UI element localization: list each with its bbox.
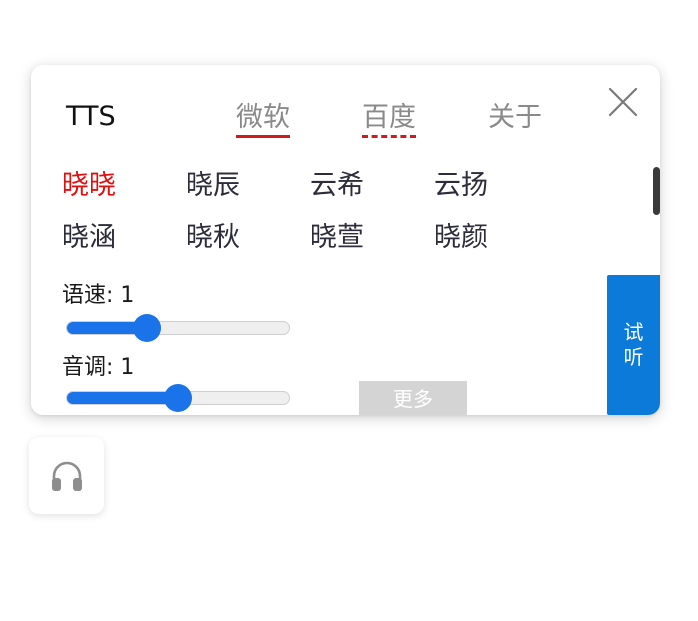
more-button[interactable]: 更多 bbox=[359, 381, 467, 415]
voice-option-yunyang[interactable]: 云扬 bbox=[434, 169, 488, 203]
speed-slider-track bbox=[66, 321, 290, 335]
listen-button-label: 试听 bbox=[623, 320, 644, 369]
tab-about[interactable]: 关于 bbox=[488, 101, 542, 135]
tab-microsoft[interactable]: 微软 bbox=[236, 101, 290, 138]
close-icon bbox=[608, 87, 638, 117]
pitch-label: 音调: 1 bbox=[62, 355, 135, 380]
tts-panel: TTS 微软 百度 关于 晓晓 晓辰 云希 云扬 晓涵 晓秋 晓萱 晓颜 语速:… bbox=[31, 65, 660, 415]
speed-slider-thumb[interactable] bbox=[132, 314, 161, 342]
tts-launcher-button[interactable] bbox=[29, 437, 104, 514]
close-button[interactable] bbox=[608, 87, 638, 117]
voice-option-xiaohan[interactable]: 晓涵 bbox=[62, 221, 116, 255]
pitch-slider-thumb[interactable] bbox=[164, 384, 192, 412]
voice-option-yunxi[interactable]: 云希 bbox=[310, 169, 364, 203]
panel-title: TTS bbox=[66, 101, 116, 132]
headset-icon bbox=[51, 461, 82, 491]
voice-option-xiaochen[interactable]: 晓辰 bbox=[186, 169, 240, 203]
voice-option-xiaoyan[interactable]: 晓颜 bbox=[434, 221, 488, 255]
voice-option-xiaoqiu[interactable]: 晓秋 bbox=[186, 221, 240, 255]
pitch-slider-fill bbox=[67, 392, 178, 404]
speed-label: 语速: 1 bbox=[62, 283, 135, 308]
pitch-slider[interactable] bbox=[66, 384, 290, 412]
listen-button[interactable]: 试听 bbox=[607, 275, 660, 415]
voice-option-xiaoxuan[interactable]: 晓萱 bbox=[310, 221, 364, 255]
speed-slider[interactable] bbox=[66, 314, 290, 342]
tab-baidu[interactable]: 百度 bbox=[362, 101, 416, 138]
scrollbar-thumb[interactable] bbox=[653, 167, 660, 215]
voice-option-xiaoxiao[interactable]: 晓晓 bbox=[62, 169, 116, 203]
